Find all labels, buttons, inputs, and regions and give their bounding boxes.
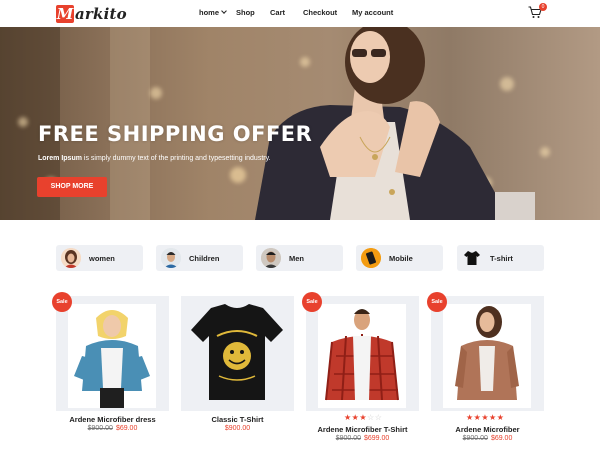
old-price: $900.00 bbox=[462, 435, 488, 442]
product-image[interactable] bbox=[306, 296, 419, 411]
product-price: $900.00 $69.00 bbox=[56, 425, 169, 432]
nav-home[interactable]: home bbox=[199, 8, 227, 17]
product-price: $900.00 $69.00 bbox=[431, 435, 544, 442]
product-price: $900.00 $699.00 bbox=[306, 435, 419, 442]
logo-text: arkito bbox=[75, 5, 127, 23]
star-empty-icon: ☆ bbox=[367, 413, 375, 422]
star-half-icon: ★ bbox=[359, 413, 368, 422]
star-full-icon: ★ bbox=[344, 413, 352, 422]
logo-initial: M bbox=[56, 5, 74, 23]
product-card[interactable]: Sale bbox=[52, 292, 169, 411]
star-empty-icon: ☆ bbox=[374, 413, 383, 422]
mobile-phone-icon bbox=[361, 248, 381, 268]
category-label: women bbox=[89, 253, 115, 263]
man-avatar-icon bbox=[261, 248, 281, 268]
product-card[interactable]: Sale bbox=[302, 292, 419, 411]
hero-banner: FREE SHIPPING OFFER Lorem Ipsum is simpl… bbox=[0, 27, 600, 220]
hero-subtitle-bold: Lorem Ipsum bbox=[38, 155, 82, 162]
nav-cart[interactable]: Cart bbox=[270, 8, 285, 17]
category-label: Men bbox=[289, 253, 304, 263]
category-label: T-shirt bbox=[490, 253, 513, 263]
hero-subtitle: Lorem Ipsum is simply dummy text of the … bbox=[38, 155, 271, 162]
product-image[interactable] bbox=[56, 296, 169, 411]
cart-count-badge: 0 bbox=[539, 3, 547, 11]
sale-badge: Sale bbox=[52, 292, 72, 312]
category-mobile[interactable]: Mobile bbox=[356, 245, 443, 271]
product-rating: ★★★★★ bbox=[431, 413, 544, 422]
category-children[interactable]: Children bbox=[156, 245, 243, 271]
category-label: Children bbox=[189, 253, 220, 263]
cart-button[interactable]: 0 bbox=[528, 3, 547, 20]
hero-subtitle-rest: is simply dummy text of the printing and… bbox=[81, 155, 271, 162]
product-price: $900.00 bbox=[224, 425, 251, 432]
product-name[interactable]: Ardene Microfiber T-Shirt bbox=[306, 425, 419, 434]
sale-badge: Sale bbox=[302, 292, 322, 312]
category-label: Mobile bbox=[389, 253, 413, 263]
star-full-icon: ★★★★★ bbox=[466, 413, 505, 422]
nav-my-account[interactable]: My account bbox=[352, 8, 393, 17]
child-avatar-icon bbox=[161, 248, 181, 268]
product-image[interactable] bbox=[181, 296, 294, 411]
nav-home-label: home bbox=[199, 8, 220, 17]
product-card[interactable]: Sale bbox=[427, 292, 544, 411]
category-tshirt[interactable]: T-shirt bbox=[457, 245, 544, 271]
sale-badge: Sale bbox=[427, 292, 447, 312]
category-women[interactable]: women bbox=[56, 245, 143, 271]
product-name[interactable]: Ardene Microfiber dress bbox=[56, 415, 169, 424]
old-price: $900.00 bbox=[335, 435, 361, 442]
old-price: $900.00 bbox=[87, 425, 113, 432]
product-rating: ★★★☆☆ bbox=[306, 413, 419, 422]
sale-price: $69.00 bbox=[490, 435, 513, 442]
tshirt-icon bbox=[462, 248, 482, 268]
category-men[interactable]: Men bbox=[256, 245, 343, 271]
sale-price: $699.00 bbox=[364, 435, 390, 442]
product-card[interactable] bbox=[181, 296, 294, 411]
shop-more-button[interactable]: SHOP MORE bbox=[37, 177, 107, 197]
hero-title: FREE SHIPPING OFFER bbox=[38, 122, 313, 146]
product-image[interactable] bbox=[431, 296, 544, 411]
nav-shop[interactable]: Shop bbox=[236, 8, 255, 17]
product-name[interactable]: Classic T-Shirt bbox=[181, 415, 294, 424]
site-logo[interactable]: M arkito bbox=[56, 4, 127, 24]
woman-avatar-icon bbox=[61, 248, 81, 268]
product-name[interactable]: Ardene Microfiber bbox=[431, 425, 544, 434]
nav-checkout[interactable]: Checkout bbox=[303, 8, 337, 17]
site-header: M arkito home Shop Cart Checkout My acco… bbox=[0, 0, 600, 27]
sale-price: $69.00 bbox=[115, 425, 138, 432]
chevron-down-icon bbox=[221, 8, 227, 14]
